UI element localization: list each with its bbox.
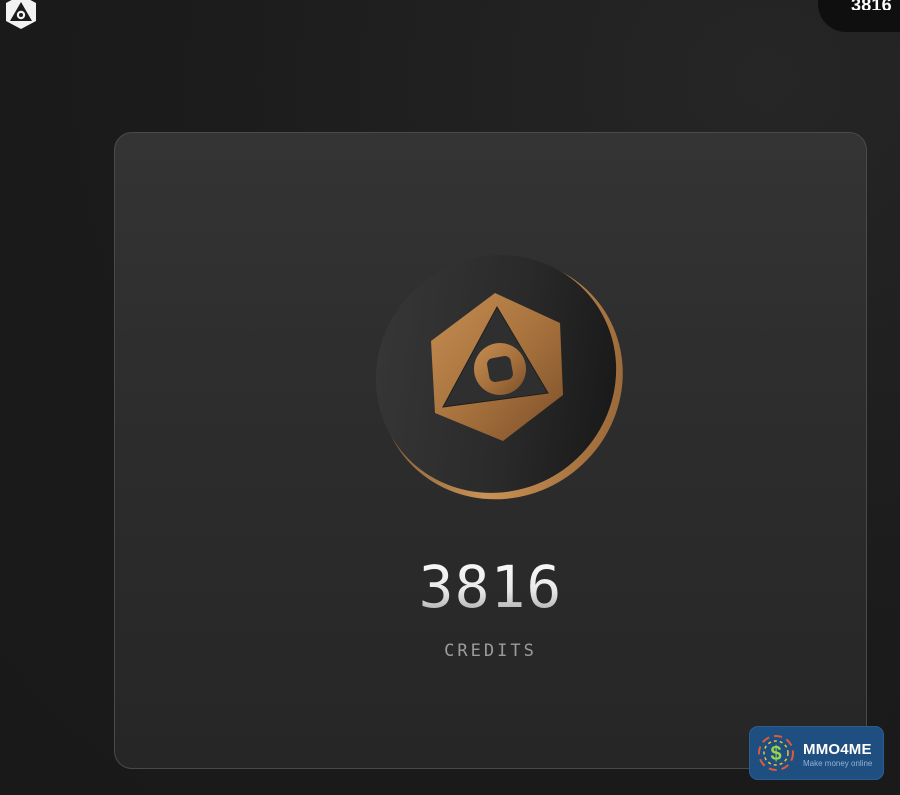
page: 3816 3816 CREDITS $ MMO4ME Make money on… [0, 0, 900, 795]
header-credits-badge[interactable]: 3816 [818, 0, 900, 32]
credits-label: CREDITS [444, 641, 537, 661]
dollar-coin-icon: $ [754, 731, 798, 775]
svg-text:$: $ [770, 743, 781, 765]
header-credits-value: 3816 [851, 0, 892, 10]
badge-title: MMO4ME [803, 741, 872, 758]
credit-coin-icon [365, 245, 627, 507]
hexagon-logo-icon[interactable] [2, 0, 40, 32]
credits-card: 3816 CREDITS [114, 132, 867, 769]
mmo4me-badge[interactable]: $ MMO4ME Make money online [749, 726, 884, 780]
credits-value: 3816 [115, 553, 866, 621]
badge-subtitle: Make money online [803, 759, 873, 768]
